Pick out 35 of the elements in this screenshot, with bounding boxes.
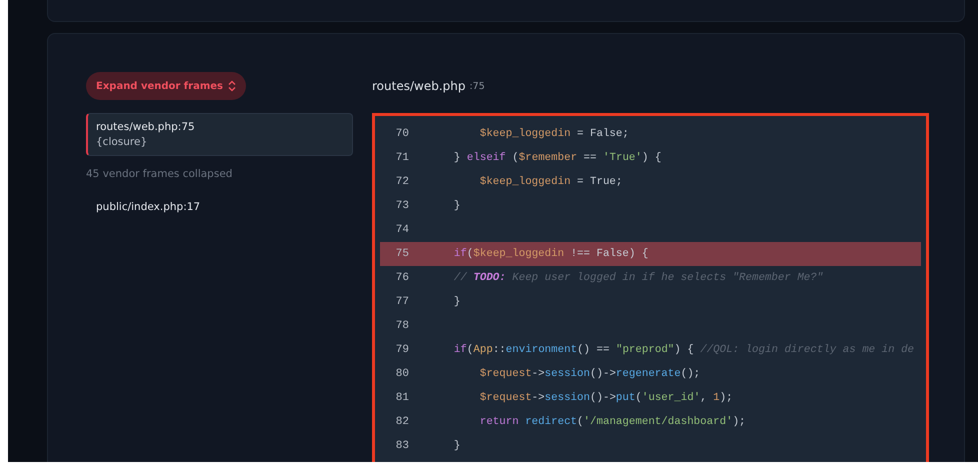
code-line: if($keep_loggedin !== False) {: [452, 248, 648, 260]
code-line: $request->session()->put('user_id', 1);: [478, 392, 733, 404]
code-line: $request->session()->regenerate();: [478, 368, 700, 380]
code-line: return redirect('/management/dashboard');: [478, 416, 746, 428]
code-line: $keep_loggedin = False;: [478, 128, 629, 140]
chevron-up-down-icon: [228, 80, 236, 92]
stack-frame-card[interactable]: routes/web.php:75 {closure}: [86, 113, 353, 156]
code-line: } elseif ($remember == 'True') {: [452, 152, 662, 164]
code-line: if(App::environment() == "preprod") { //QOL: login directly as me in de: [452, 344, 914, 356]
line-number: 70: [394, 128, 409, 140]
line-number: 73: [394, 200, 409, 212]
code-line: $keep_loggedin = True;: [478, 176, 622, 188]
code-line: // TODO: Keep user logged in if he selects "Remember Me?": [452, 272, 824, 284]
line-number: 76: [394, 272, 409, 284]
frame-function: {closure}: [96, 136, 148, 148]
line-number: 78: [394, 320, 409, 332]
line-number: 75: [394, 248, 409, 260]
line-number: 74: [394, 224, 409, 236]
line-number: 82: [394, 416, 409, 428]
line-number-label: :75: [469, 80, 485, 92]
expand-vendor-frames-button[interactable]: Expand vendor frames: [86, 72, 246, 100]
code-line: }: [452, 296, 460, 308]
line-number: 79: [394, 344, 409, 356]
code-line: }: [452, 200, 460, 212]
line-number: 81: [394, 392, 409, 404]
code-line: }: [452, 440, 460, 452]
file-path: routes/web.php: [372, 79, 466, 93]
line-number: 77: [394, 296, 409, 308]
collapsed-frames-note: 45 vendor frames collapsed: [86, 168, 232, 180]
line-number: 83: [394, 440, 409, 452]
line-number: 80: [394, 368, 409, 380]
frame-location[interactable]: public/index.php:17: [96, 201, 344, 213]
line-number: 72: [394, 176, 409, 188]
line-number: 71: [394, 152, 409, 164]
frame-location: routes/web.php:75: [96, 121, 196, 133]
